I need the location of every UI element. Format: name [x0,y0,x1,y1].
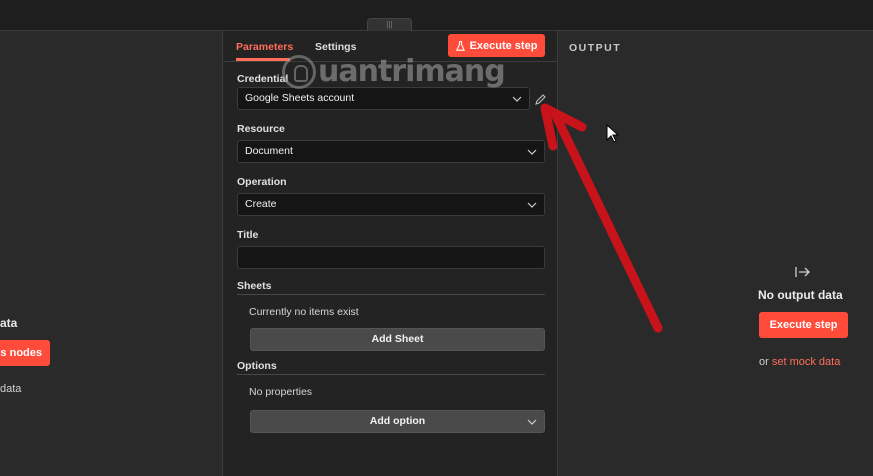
flask-icon [455,40,465,51]
output-execute-step-button[interactable]: Execute step [759,312,848,338]
credential-value: Google Sheets account [245,92,355,104]
lightbulb-icon [282,54,316,89]
tab-parameters[interactable]: Parameters [236,41,293,53]
sheets-label: Sheets [237,280,272,292]
chevron-down-icon [527,149,537,155]
chevron-down-icon [527,419,537,425]
tab-settings[interactable]: Settings [315,41,356,53]
title-input[interactable] [237,246,545,269]
input-pane: ata s nodes data [0,31,222,476]
sheets-divider [237,294,545,295]
mock-data-line: or set mock data [759,356,840,368]
top-bar: ||| [0,0,873,31]
input-mock-text: data [0,383,22,395]
options-label: Options [237,360,277,372]
watermark-text: uantrimang [318,54,506,89]
resource-value: Document [245,145,293,157]
credential-label: Credential [237,73,289,85]
no-output-title: No output data [758,288,843,302]
output-title: OUTPUT [569,42,622,54]
drag-handle-icon[interactable]: ||| [367,18,412,31]
title-label: Title [237,229,259,241]
resource-select[interactable]: Document [237,140,545,163]
arrow-into-icon [795,267,810,277]
resource-label: Resource [237,123,285,135]
add-option-button[interactable]: Add option [250,410,545,433]
pencil-icon[interactable] [533,93,547,107]
or-text: or [759,356,769,368]
input-nodes-button[interactable]: s nodes [0,340,50,366]
parameters-panel: Parameters Settings Execute step Credent… [222,31,558,476]
operation-label: Operation [237,176,287,188]
sheets-empty-text: Currently no items exist [249,306,359,318]
chevron-down-icon [512,96,522,102]
operation-value: Create [245,198,277,210]
add-option-label: Add option [369,415,426,427]
options-divider [237,374,545,375]
execute-step-label: Execute step [469,39,538,52]
add-sheet-button[interactable]: Add Sheet [250,328,545,351]
output-pane: OUTPUT No output data Execute step or se… [559,31,873,476]
options-empty-text: No properties [249,386,313,398]
input-empty-title: ata [0,316,18,330]
set-mock-data-link[interactable]: set mock data [772,356,840,368]
chevron-down-icon [527,202,537,208]
operation-select[interactable]: Create [237,193,545,216]
watermark-logo: uantrimang [282,54,506,89]
mouse-cursor-icon [606,124,620,143]
credential-select[interactable]: Google Sheets account [237,87,530,110]
